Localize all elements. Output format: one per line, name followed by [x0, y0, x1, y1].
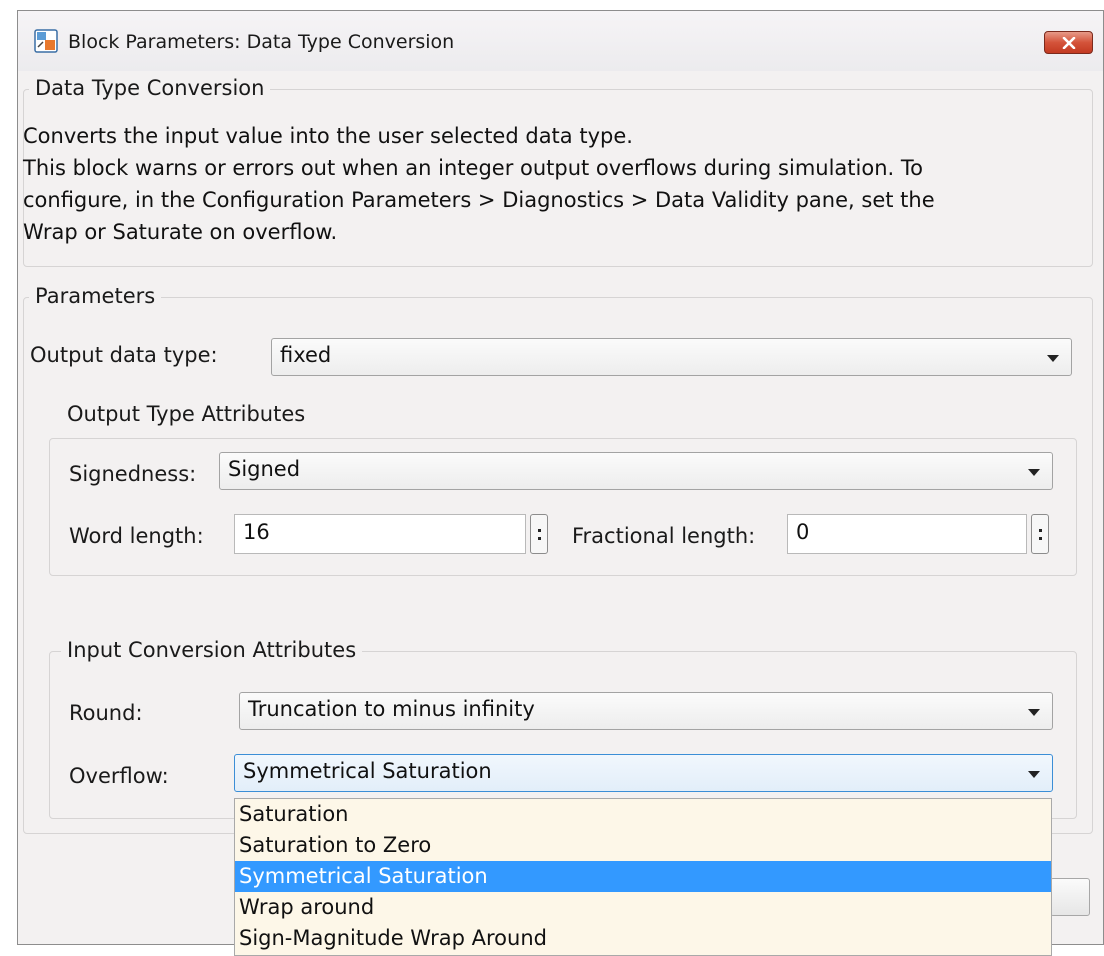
description-line: This block warns or errors out when an i…: [23, 156, 923, 180]
close-icon: [1062, 36, 1075, 49]
signedness-label: Signedness:: [69, 462, 197, 486]
close-button[interactable]: [1044, 31, 1093, 54]
overflow-option-selected[interactable]: Symmetrical Saturation: [235, 861, 1051, 892]
overflow-option[interactable]: Sign-Magnitude Wrap Around: [235, 923, 1051, 954]
round-label: Round:: [69, 701, 143, 725]
input-conversion-attributes-title: Input Conversion Attributes: [61, 638, 363, 662]
overflow-value: Symmetrical Saturation: [243, 759, 492, 783]
menu-dot-icon: [1038, 536, 1042, 540]
description-line: Converts the input value into the user s…: [23, 124, 633, 148]
signedness-value: Signed: [228, 457, 301, 481]
fractional-length-label: Fractional length:: [572, 524, 756, 548]
round-select[interactable]: Truncation to minus infinity: [239, 692, 1053, 730]
word-length-field[interactable]: 16: [234, 514, 526, 554]
input-conversion-attributes-group: [49, 651, 1077, 819]
window-title: Block Parameters: Data Type Conversion: [68, 31, 455, 53]
fractional-length-field[interactable]: 0: [787, 514, 1027, 554]
title-bar[interactable]: Block Parameters: Data Type Conversion: [18, 11, 1103, 71]
chevron-down-icon: [1028, 771, 1040, 778]
overflow-label: Overflow:: [69, 764, 169, 788]
round-value: Truncation to minus infinity: [248, 697, 535, 721]
overflow-select[interactable]: Symmetrical Saturation: [234, 754, 1053, 792]
menu-dot-icon: [537, 528, 541, 532]
chevron-down-icon: [1047, 355, 1059, 362]
output-data-type-value: fixed: [280, 343, 332, 367]
fractional-length-menu-button[interactable]: [1031, 514, 1049, 554]
parameters-group-title: Parameters: [29, 284, 162, 308]
description-line: Wrap or Saturate on overflow.: [23, 220, 338, 244]
description-line: configure, in the Configuration Paramete…: [23, 188, 935, 212]
word-length-menu-button[interactable]: [530, 514, 548, 554]
overflow-option[interactable]: Saturation: [235, 799, 1051, 830]
simulink-block-icon: [34, 29, 58, 53]
chevron-down-icon: [1028, 709, 1040, 716]
output-data-type-label: Output data type:: [30, 343, 218, 367]
dialog-button[interactable]: [1050, 878, 1090, 916]
word-length-label: Word length:: [69, 524, 204, 548]
overflow-dropdown-list[interactable]: Saturation Saturation to Zero Symmetrica…: [234, 798, 1052, 956]
output-data-type-select[interactable]: fixed: [271, 338, 1072, 376]
output-type-attributes-title: Output Type Attributes: [61, 402, 312, 426]
menu-dot-icon: [1038, 528, 1042, 532]
overflow-option[interactable]: Wrap around: [235, 892, 1051, 923]
chevron-down-icon: [1028, 469, 1040, 476]
description-text: Converts the input value into the user s…: [23, 120, 1083, 248]
overflow-option[interactable]: Saturation to Zero: [235, 830, 1051, 861]
menu-dot-icon: [537, 536, 541, 540]
signedness-select[interactable]: Signed: [219, 452, 1053, 490]
description-group-title: Data Type Conversion: [29, 76, 271, 100]
dialog-window: Block Parameters: Data Type Conversion D…: [17, 10, 1104, 956]
